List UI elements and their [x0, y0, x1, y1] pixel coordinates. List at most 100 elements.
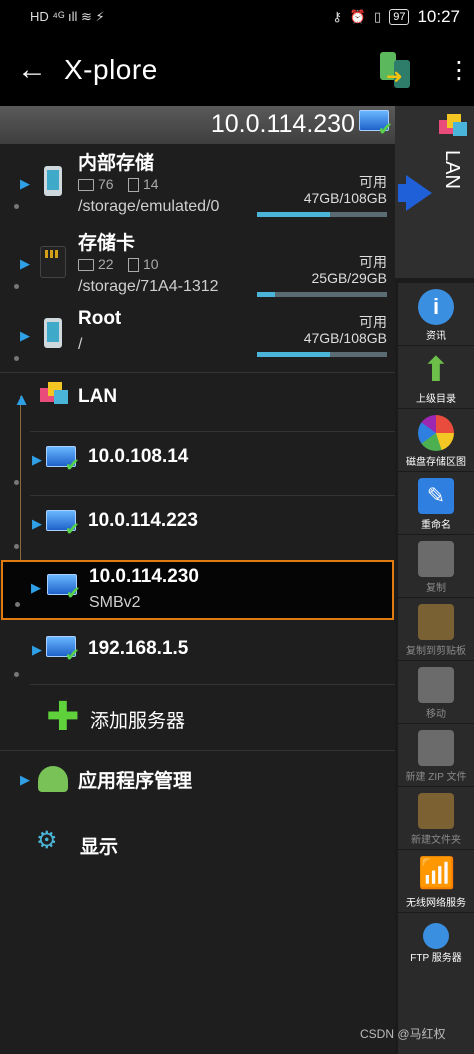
server-name: 10.0.114.230 [89, 566, 199, 587]
switch-pane-icon[interactable]: ➜ [378, 50, 414, 90]
signal-icons: HD ⁴ᴳ ıll ≋ ⚡ [30, 9, 105, 24]
storage-item-internal[interactable]: ▶ 内部存储 76 14 /storage/emulated/0 可用 47GB… [0, 146, 395, 221]
back-button[interactable]: ← [0, 53, 64, 87]
file-count: 14 [128, 176, 159, 193]
lan-icon [439, 114, 467, 136]
path-bar[interactable]: 10.0.114.230 ✔ [0, 106, 395, 144]
alarm-icon: ⏰ [349, 9, 367, 24]
expand-arrow-icon[interactable]: ▶ [20, 328, 30, 344]
gears-icon: ⚙ [36, 827, 58, 854]
expand-arrow-icon[interactable]: ▶ [20, 176, 30, 192]
expand-arrow-icon[interactable]: ▶ [20, 772, 30, 788]
lan-label: LAN [78, 386, 118, 407]
wifi-server-button[interactable]: 📶 无线网络服务 [398, 849, 474, 912]
copy-to-clipboard-button[interactable]: 复制到剪贴板 [398, 597, 474, 660]
collapse-arrow-icon[interactable]: ▶ [13, 395, 29, 405]
expand-arrow-icon[interactable]: ▶ [32, 516, 42, 532]
app-bar: ← X-plore ➜ ⋮ [0, 34, 474, 106]
tree-dot [14, 672, 19, 677]
server-name: 192.168.1.5 [88, 638, 189, 659]
tree-dot [14, 544, 19, 549]
clipboard-icon [418, 604, 454, 640]
network-computer-icon: ✔ [46, 510, 80, 539]
move-button[interactable]: 移动 [398, 660, 474, 723]
plus-icon: ✚ [46, 695, 80, 739]
server-item[interactable]: ▶ ✔ 10.0.114.223 [0, 496, 395, 558]
server-item[interactable]: ▶ ✔ 192.168.1.5 [0, 622, 395, 684]
available-label: 可用 [359, 254, 387, 270]
available-label: 可用 [359, 314, 387, 330]
disk-map-button[interactable]: 磁盘存储区图 [398, 408, 474, 471]
storage-path: /storage/71A4-1312 [78, 278, 219, 295]
storage-size: 25GB/29GB [311, 270, 388, 286]
pane-direction-arrow-icon [406, 175, 432, 211]
phone-storage-icon [44, 166, 62, 196]
overflow-menu-button[interactable]: ⋮ [444, 56, 474, 85]
tool-label: 新建 ZIP 文件 [405, 772, 467, 783]
parent-folder-button[interactable]: ⬆ 上级目录 [398, 345, 474, 408]
network-computer-icon: ✔ [359, 110, 393, 139]
lan-icon [40, 382, 68, 404]
wifi-icon: 📶 [418, 857, 456, 890]
watermark: CSDN @马红权 [360, 1027, 446, 1041]
zip-icon [418, 730, 454, 766]
storage-usage-bar [257, 352, 387, 357]
app-manager-label: 应用程序管理 [78, 771, 193, 792]
add-server-label: 添加服务器 [90, 711, 186, 732]
new-zip-button[interactable]: 新建 ZIP 文件 [398, 723, 474, 786]
expand-arrow-icon[interactable]: ▶ [32, 642, 42, 658]
ftp-icon [423, 923, 449, 949]
available-label: 可用 [359, 174, 387, 190]
storage-usage-bar [257, 292, 387, 297]
vibrate-icon: ▯ [374, 9, 382, 24]
sd-card-icon [40, 246, 66, 278]
key-icon: ⚷ [332, 9, 342, 24]
divider [0, 750, 395, 751]
clock: 10:27 [417, 7, 460, 26]
tool-label: 资讯 [426, 331, 446, 342]
info-button[interactable]: i 资讯 [398, 282, 474, 345]
storage-usage-bar [257, 212, 387, 217]
display-settings-item[interactable]: ⚙ 显示 [0, 816, 395, 876]
rename-button[interactable]: ✎ 重命名 [398, 471, 474, 534]
storage-name: Root [78, 308, 122, 329]
tree-dot [14, 204, 19, 209]
other-pane-label: LAN [441, 150, 463, 189]
file-icon [128, 178, 139, 193]
network-computer-icon: ✔ [46, 446, 80, 475]
app-manager-item[interactable]: ▶ 应用程序管理 [0, 752, 395, 814]
tool-label: 上级目录 [416, 394, 456, 405]
server-item[interactable]: ▶ ✔ 10.0.108.14 [0, 432, 395, 494]
file-pane: 10.0.114.230 ✔ ▶ 内部存储 76 14 /storage/emu… [0, 106, 395, 1053]
status-bar: HD ⁴ᴳ ıll ≋ ⚡ ⚷ ⏰ ▯ 97 10:27 [0, 0, 474, 34]
lan-item[interactable]: ▶ LAN [0, 374, 395, 430]
folder-icon [78, 179, 94, 192]
tree-dot [14, 480, 19, 485]
tool-label: 无线网络服务 [406, 898, 466, 909]
storage-size: 47GB/108GB [303, 190, 387, 206]
divider [0, 372, 395, 373]
add-server-item[interactable]: ✚ 添加服务器 [0, 686, 395, 750]
expand-arrow-icon[interactable]: ▶ [20, 256, 30, 272]
storage-path: /storage/emulated/0 [78, 198, 220, 215]
server-name: 10.0.108.14 [88, 446, 189, 467]
storage-item-sdcard[interactable]: ▶ 存储卡 22 10 /storage/71A4-1312 可用 25GB/2… [0, 224, 395, 299]
current-path: 10.0.114.230 [210, 110, 355, 138]
network-computer-icon: ✔ [47, 574, 81, 603]
copy-button[interactable]: 复制 [398, 534, 474, 597]
tool-label: 复制 [426, 583, 446, 594]
storage-path: / [78, 336, 83, 353]
move-icon [418, 667, 454, 703]
expand-arrow-icon[interactable]: ▶ [32, 452, 42, 468]
battery-indicator: 97 [389, 9, 410, 25]
storage-item-root[interactable]: ▶ Root / 可用 47GB/108GB [0, 304, 395, 366]
expand-arrow-icon[interactable]: ▶ [31, 580, 41, 596]
selected-server-item[interactable]: ▶ ✔ 10.0.114.230 SMBv2 [1, 560, 394, 620]
display-label: 显示 [80, 837, 119, 858]
file-icon [128, 258, 139, 273]
folder-icon [78, 259, 94, 272]
file-count: 10 [128, 256, 159, 273]
divider [30, 684, 395, 685]
new-folder-button[interactable]: 新建文件夹 [398, 786, 474, 849]
info-icon: i [418, 289, 454, 325]
